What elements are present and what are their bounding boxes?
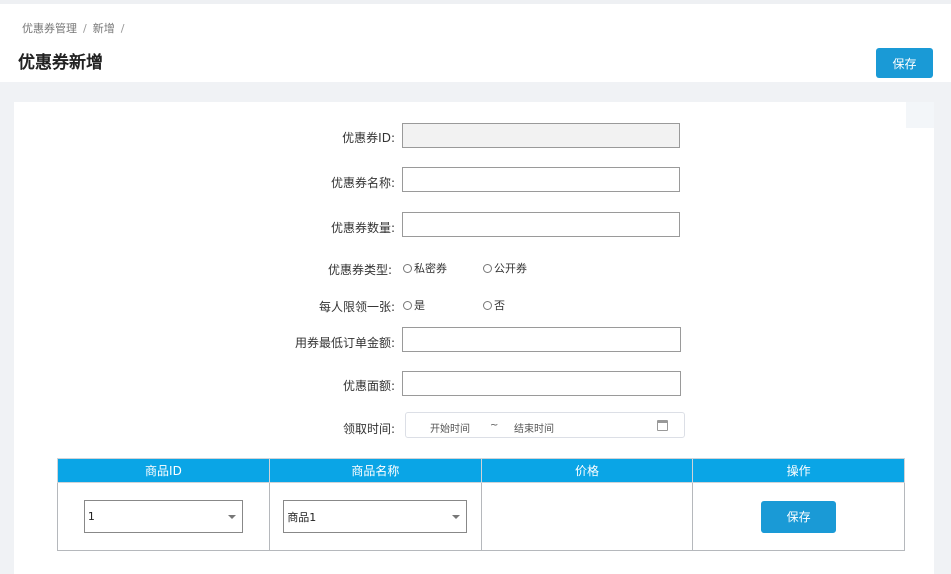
column-header-price: 价格 [480,458,694,483]
panel-corner [906,102,934,128]
calendar-icon[interactable] [657,420,668,431]
radio-private-coupon[interactable]: 私密券 [403,260,447,276]
per-person-limit-label: 每人限领一张: [318,300,395,314]
column-header-product-name: 商品名称 [268,458,482,483]
breadcrumb: 优惠券管理 / 新增 / [22,20,130,36]
product-id-cell: 1 [57,482,270,551]
select-value: 商品1 [287,510,317,524]
coupon-count-label: 优惠券数量: [330,221,395,235]
start-time-input[interactable]: 开始时间 [430,420,470,435]
date-range-picker[interactable]: 开始时间 ~ 结束时间 [405,412,685,438]
range-separator: ~ [490,420,499,431]
table-header-row: 商品ID 商品名称 价格 操作 [57,458,905,483]
product-name-select[interactable]: 商品1 [283,500,468,533]
discount-amount-input[interactable] [402,371,681,396]
chevron-down-icon [227,514,236,519]
breadcrumb-item-coupon-management[interactable]: 优惠券管理 [22,20,77,36]
radio-label: 是 [414,299,425,312]
price-cell [480,482,694,551]
breadcrumb-item-add: 新增 [92,22,115,35]
coupon-id-field [402,123,680,148]
min-order-amount-label: 用券最低订单金额: [294,336,395,350]
page-title: 优惠券新增 [18,53,103,73]
radio-label: 否 [494,299,505,312]
end-time-input[interactable]: 结束时间 [514,420,554,435]
top-bar: 优惠券管理 / 新增 / 优惠券新增 保存 [0,0,951,82]
breadcrumb-separator: / [120,22,125,35]
chevron-down-icon [452,514,461,519]
save-button[interactable]: 保存 [876,48,933,78]
column-header-product-id: 商品ID [57,458,270,483]
claim-time-label: 领取时间: [342,422,395,436]
radio-label: 公开券 [494,262,527,275]
column-header-action: 操作 [692,458,905,483]
coupon-type-label: 优惠券类型: [327,263,392,277]
radio-circle-icon[interactable] [403,300,412,310]
radio-circle-icon[interactable] [483,263,492,273]
product-name-cell: 商品1 [268,482,482,551]
radio-circle-icon[interactable] [483,300,492,310]
min-order-amount-input[interactable] [402,327,681,352]
coupon-id-label: 优惠券ID: [342,131,395,145]
radio-yes[interactable]: 是 [403,297,425,313]
coupon-name-label: 优惠券名称: [330,176,395,190]
discount-amount-label: 优惠面额: [342,379,395,393]
goods-table: 商品ID 商品名称 价格 操作 1 商品1 保存 [57,458,905,551]
product-id-select[interactable]: 1 [83,500,243,533]
row-save-button[interactable]: 保存 [761,500,837,533]
radio-circle-icon[interactable] [403,263,412,273]
coupon-count-input[interactable] [402,212,680,237]
select-value: 1 [87,510,95,523]
table-row: 1 商品1 保存 [57,482,905,551]
radio-label: 私密券 [414,262,447,275]
radio-no[interactable]: 否 [483,297,505,313]
coupon-name-input[interactable] [402,167,680,192]
breadcrumb-separator: / [83,22,87,35]
action-cell: 保存 [692,482,905,551]
radio-public-coupon[interactable]: 公开券 [483,260,527,276]
